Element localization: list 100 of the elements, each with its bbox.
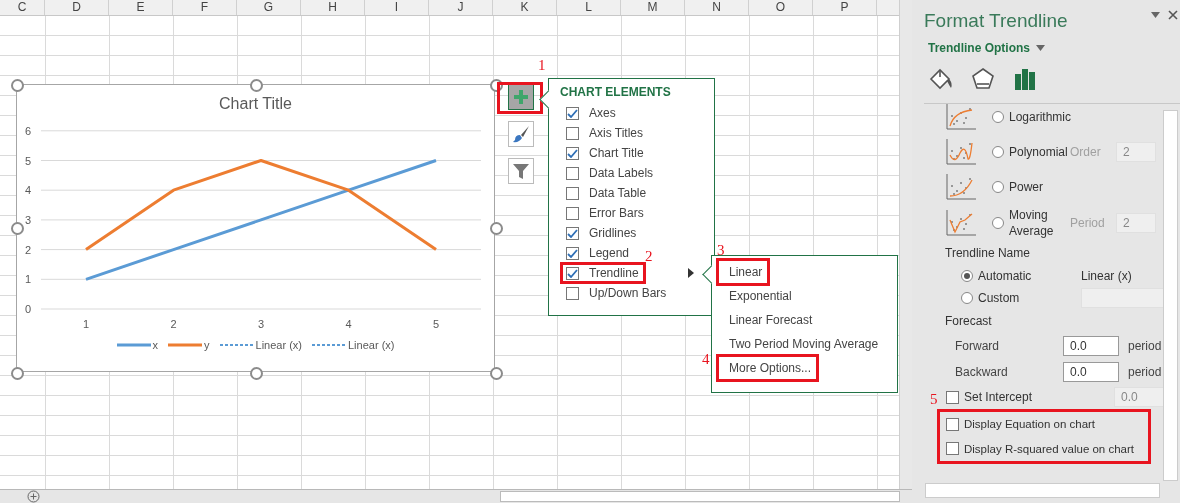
axis-label: 3	[257, 318, 265, 330]
menu-item[interactable]: More Options...	[716, 354, 820, 382]
style-chart-button[interactable]	[508, 121, 534, 147]
checkbox[interactable]	[566, 226, 579, 240]
checkbox[interactable]	[566, 166, 579, 180]
menu-item[interactable]: Data Labels	[560, 162, 661, 184]
radio-button[interactable]	[961, 292, 973, 304]
axis-label: 1	[24, 273, 32, 286]
radio-button[interactable]	[992, 180, 1004, 193]
pane-tab[interactable]	[928, 66, 954, 92]
moving-trend-icon	[946, 209, 976, 236]
add-chart-button[interactable]	[508, 84, 534, 110]
radio-option[interactable]: Automatic	[961, 268, 1081, 284]
add-sheet-icon[interactable]	[27, 490, 40, 503]
menu-item[interactable]: Chart Title	[560, 142, 651, 164]
menu-title: CHART ELEMENTS	[559, 84, 672, 101]
horizontal-scrollbar[interactable]	[925, 483, 1160, 498]
menu-item[interactable]: Data Table	[560, 182, 654, 204]
checkbox[interactable]	[566, 126, 579, 140]
radio-option[interactable]: Polynomial	[992, 143, 1070, 160]
radio-button[interactable]	[992, 216, 1004, 229]
vertical-scrollbar[interactable]	[1163, 110, 1178, 481]
checkbox[interactable]	[566, 206, 579, 220]
checkbox-option[interactable]: Display Equation on chart	[946, 416, 1146, 433]
column-header[interactable]: H	[301, 0, 365, 15]
column-header[interactable]: L	[557, 0, 621, 15]
axis-label: 5	[432, 318, 440, 330]
field-label: Forward	[955, 339, 1000, 353]
section-heading: Trendline Name	[944, 245, 1031, 262]
checkbox[interactable]	[946, 442, 959, 456]
highlight-frame	[497, 82, 543, 114]
pane-tab[interactable]	[1012, 66, 1038, 92]
column-header[interactable]: P	[813, 0, 877, 15]
step-number: 1	[538, 58, 546, 73]
axis-label: 5	[24, 154, 32, 167]
pane-title: Format Trendline	[924, 10, 1068, 33]
checkbox-option[interactable]: Display R-squared value on chart	[946, 440, 1146, 457]
menu-item[interactable]: Exponential	[716, 285, 800, 307]
column-header[interactable]: O	[749, 0, 813, 15]
filter-icon	[512, 162, 530, 180]
axis-label: 3	[24, 213, 32, 226]
column-header[interactable]: K	[493, 0, 557, 15]
chart-area[interactable]: Chart Title 0 1 2 3 4 5 6 1 2 3 4 5 x y Linear (x) Linear (x)	[16, 84, 495, 372]
resize-handle[interactable]	[11, 79, 24, 92]
checkbox[interactable]	[566, 266, 579, 280]
checkbox[interactable]	[946, 417, 959, 431]
input-field[interactable]: 0.0	[1063, 362, 1119, 382]
vertical-scrollbar[interactable]	[899, 0, 912, 489]
filter-chart-button[interactable]	[508, 158, 534, 184]
menu-item[interactable]: Error Bars	[560, 202, 651, 224]
close-icon[interactable]	[1168, 10, 1178, 20]
radio-option[interactable]: Custom	[961, 290, 1081, 306]
checkbox[interactable]	[566, 246, 579, 260]
section-dropdown[interactable]: Trendline Options	[928, 41, 1030, 55]
column-header[interactable]: G	[237, 0, 301, 15]
menu-item[interactable]: Linear Forecast	[716, 309, 821, 331]
radio-button[interactable]	[961, 270, 973, 282]
resize-handle[interactable]	[490, 367, 503, 380]
pane-tab[interactable]	[970, 66, 996, 92]
option-value: Linear (x)	[1081, 269, 1132, 283]
menu-item[interactable]: Linear	[716, 258, 771, 286]
radio-option[interactable]: Moving Average	[992, 206, 1070, 239]
column-header[interactable]: N	[685, 0, 749, 15]
horizontal-scrollbar[interactable]	[500, 491, 900, 502]
plus-icon	[513, 89, 529, 105]
axis-label: 6	[24, 124, 32, 137]
field-label: Backward	[955, 365, 1009, 379]
column-header[interactable]: J	[429, 0, 493, 15]
menu-item[interactable]: Two Period Moving Average	[716, 333, 887, 355]
menu-item[interactable]: Axis Titles	[560, 122, 650, 144]
column-header[interactable]: D	[45, 0, 109, 15]
option-label: Order	[1070, 144, 1102, 159]
column-header[interactable]: E	[109, 0, 173, 15]
checkbox[interactable]	[566, 286, 579, 300]
name-field[interactable]	[1081, 288, 1163, 308]
axis-label: 1	[82, 318, 90, 330]
checkbox[interactable]	[566, 106, 579, 120]
input-field[interactable]: 0.0	[1063, 336, 1119, 356]
axis-label: 2	[24, 243, 32, 256]
menu-item[interactable]: Up/Down Bars	[560, 282, 674, 304]
radio-option[interactable]: Logarithmic	[992, 108, 1070, 125]
column-header[interactable]: M	[621, 0, 685, 15]
menu-item[interactable]: Axes	[560, 102, 623, 124]
column-header[interactable]: F	[173, 0, 237, 15]
resize-handle[interactable]	[11, 367, 24, 380]
menu-item[interactable]: Gridlines	[560, 222, 644, 244]
checkbox[interactable]	[566, 146, 579, 160]
column-header[interactable]: I	[365, 0, 429, 15]
radio-button[interactable]	[992, 110, 1004, 123]
radio-button[interactable]	[992, 145, 1004, 158]
menu-item[interactable]: Legend	[560, 242, 637, 264]
section-heading: Forecast	[944, 313, 993, 330]
step-number: 3	[717, 243, 725, 258]
option-label: Period	[1070, 215, 1106, 230]
column-header[interactable]: C	[0, 0, 45, 15]
radio-option[interactable]: Power	[992, 178, 1070, 195]
caret-icon[interactable]	[1036, 45, 1045, 51]
checkbox[interactable]	[566, 186, 579, 200]
paintbrush-icon	[512, 125, 530, 143]
dropdown-icon[interactable]	[1151, 12, 1160, 18]
